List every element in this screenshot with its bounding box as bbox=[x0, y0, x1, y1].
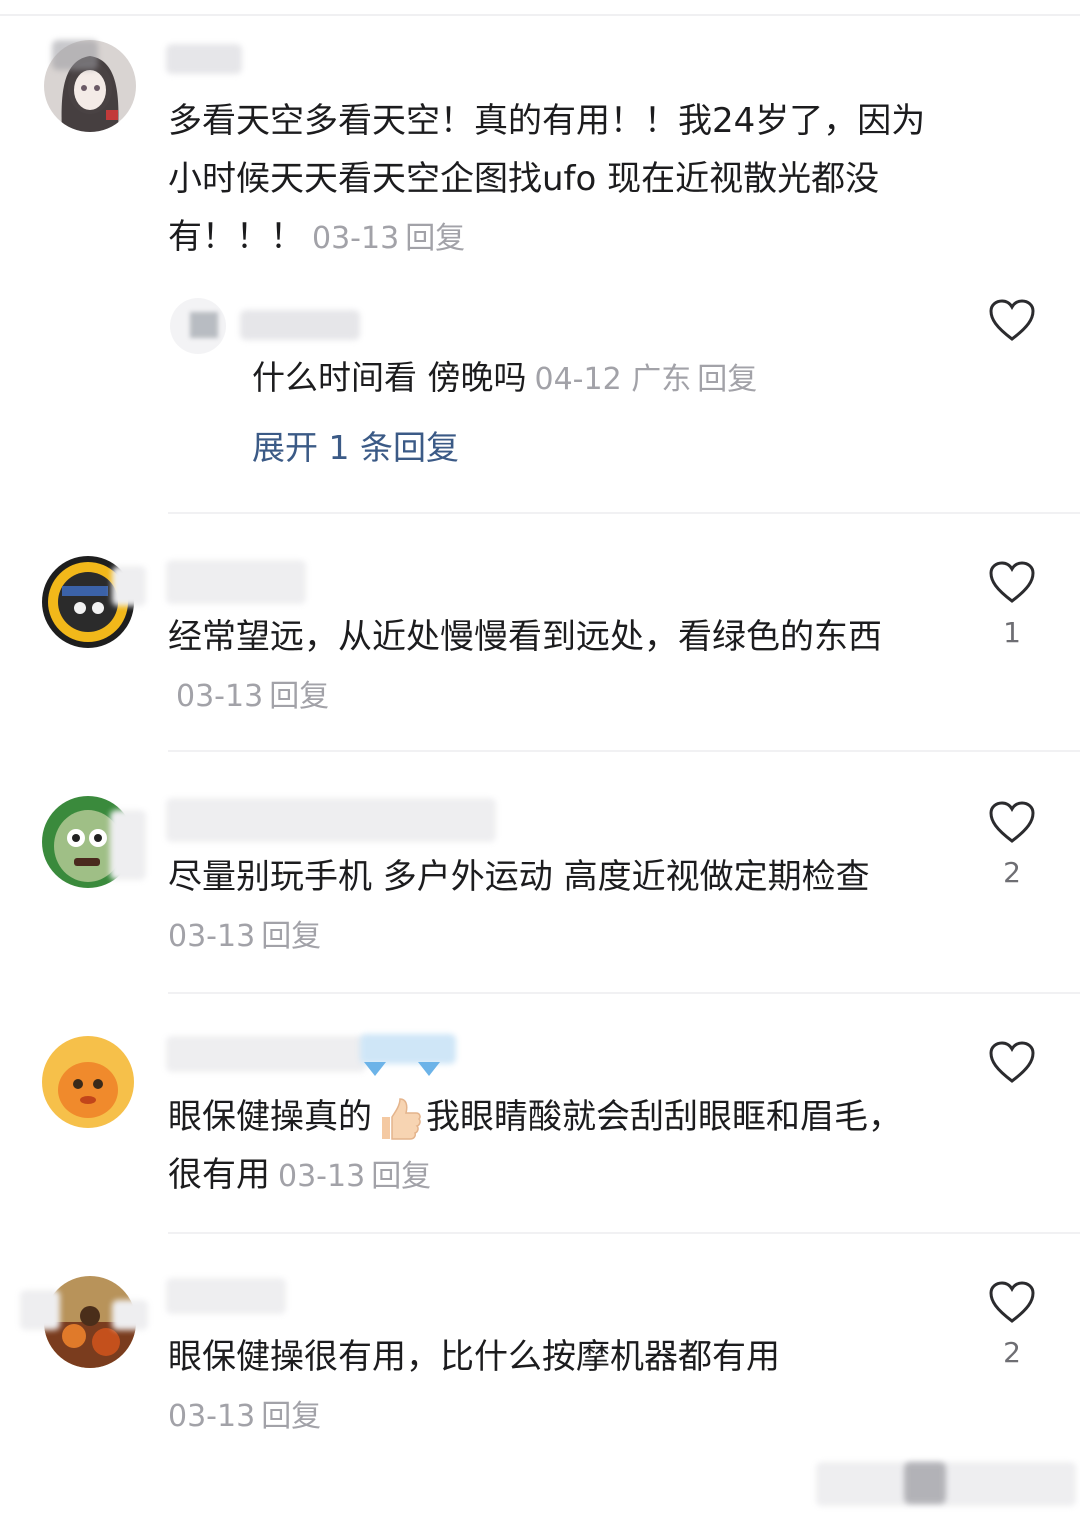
comment-date: 03-13 bbox=[168, 919, 256, 954]
comment-body: 多看天空多看天空！真的有用！！我24岁了，因为小时候天天看天空企图找ufo 现在… bbox=[168, 101, 926, 257]
reply-link[interactable]: 回复 bbox=[261, 919, 321, 954]
heart-outline-icon bbox=[989, 299, 1035, 341]
comment-meta: 03-13 回复 bbox=[278, 1159, 431, 1194]
reply-link[interactable]: 回复 bbox=[405, 221, 465, 256]
reply-date: 04-12 bbox=[534, 362, 622, 397]
comment-text: 多看天空多看天空！真的有用！！我24岁了，因为小时候天天看天空企图找ufo 现在… bbox=[168, 92, 948, 268]
like-button[interactable] bbox=[988, 1040, 1036, 1084]
reply-link[interactable]: 回复 bbox=[261, 1399, 321, 1434]
like-button[interactable] bbox=[988, 1280, 1036, 1324]
comment-divider bbox=[168, 512, 1080, 514]
like-count: 1 bbox=[1003, 616, 1021, 649]
comment-body: 经常望远，从近处慢慢看到远处，看绿色的东西 bbox=[168, 617, 882, 657]
comment-date: 03-13 bbox=[278, 1159, 366, 1194]
expand-replies-link[interactable]: 展开 1 条回复 bbox=[252, 420, 459, 476]
thumbs-up-emoji-icon bbox=[376, 1097, 422, 1141]
comment-date: 03-13 bbox=[312, 221, 400, 256]
comment-meta: 03-13 回复 bbox=[312, 221, 465, 256]
page-indicator bbox=[508, 1506, 572, 1513]
blurred-username bbox=[240, 310, 360, 340]
blurred-watermark bbox=[904, 1462, 946, 1504]
blurred-username bbox=[166, 44, 242, 74]
top-divider bbox=[0, 14, 1080, 16]
blurred-username bbox=[112, 566, 146, 606]
diamond-icon bbox=[362, 1060, 388, 1078]
reply-body: 什么时间看 傍晚吗 bbox=[252, 358, 527, 397]
like-count: 2 bbox=[1003, 856, 1021, 889]
blurred-username bbox=[110, 810, 146, 880]
comment-date: 03-13 bbox=[168, 1399, 256, 1434]
like-button[interactable] bbox=[988, 800, 1036, 844]
reply-meta: 04-12 广东 回复 bbox=[535, 362, 758, 397]
comment-text: 经常望远，从近处慢慢看到远处，看绿色的东西 03-13 回复 bbox=[168, 608, 928, 726]
comment-meta: 03-13 回复 bbox=[168, 919, 321, 954]
reply-link[interactable]: 回复 bbox=[371, 1159, 431, 1194]
blurred-username bbox=[166, 560, 306, 604]
like-button[interactable] bbox=[988, 298, 1036, 342]
reply-location: 广东 bbox=[631, 362, 692, 397]
comment-date: 03-13 bbox=[176, 679, 264, 714]
blurred-watermark bbox=[816, 1462, 1076, 1506]
blurred-username bbox=[166, 798, 496, 842]
like-button[interactable] bbox=[988, 560, 1036, 604]
comment-divider bbox=[168, 750, 1080, 752]
heart-outline-icon bbox=[989, 1281, 1035, 1323]
comment-text: 眼保健操真的 我眼睛酸就会刮刮眼眶和眉毛，很有用 03-13 回复 bbox=[168, 1088, 908, 1206]
comment-text: 尽量别玩手机 多户外运动 高度近视做定期检查 03-13 回复 bbox=[168, 848, 948, 966]
comment-text: 眼保健操很有用，比什么按摩机器都有用 03-13 回复 bbox=[168, 1328, 948, 1446]
reply-link[interactable]: 回复 bbox=[697, 362, 757, 397]
avatar-image bbox=[42, 1036, 134, 1128]
heart-outline-icon bbox=[989, 801, 1035, 843]
avatar[interactable] bbox=[42, 1036, 134, 1128]
blurred-username bbox=[20, 1290, 60, 1330]
comment-meta: 03-13 回复 bbox=[168, 1399, 321, 1434]
like-count: 2 bbox=[1003, 1336, 1021, 1369]
heart-outline-icon bbox=[989, 561, 1035, 603]
blurred-username bbox=[166, 1278, 286, 1314]
comment-divider bbox=[168, 1232, 1080, 1234]
diamond-icon bbox=[416, 1060, 442, 1078]
blurred-username bbox=[112, 1300, 148, 1330]
blurred-username bbox=[166, 1036, 366, 1072]
comment-meta: 03-13 回复 bbox=[176, 679, 329, 714]
reply-link[interactable]: 回复 bbox=[269, 679, 329, 714]
blurred-username bbox=[52, 40, 98, 70]
comment-body: 尽量别玩手机 多户外运动 高度近视做定期检查 bbox=[168, 857, 870, 897]
comment-body: 眼保健操真的 bbox=[168, 1097, 372, 1137]
reply-text: 什么时间看 傍晚吗 04-12 广东 回复 bbox=[252, 350, 757, 408]
comment-body: 眼保健操很有用，比什么按摩机器都有用 bbox=[168, 1337, 780, 1377]
heart-outline-icon bbox=[989, 1041, 1035, 1083]
comment-divider bbox=[168, 992, 1080, 994]
reply-avatar[interactable] bbox=[170, 298, 226, 354]
